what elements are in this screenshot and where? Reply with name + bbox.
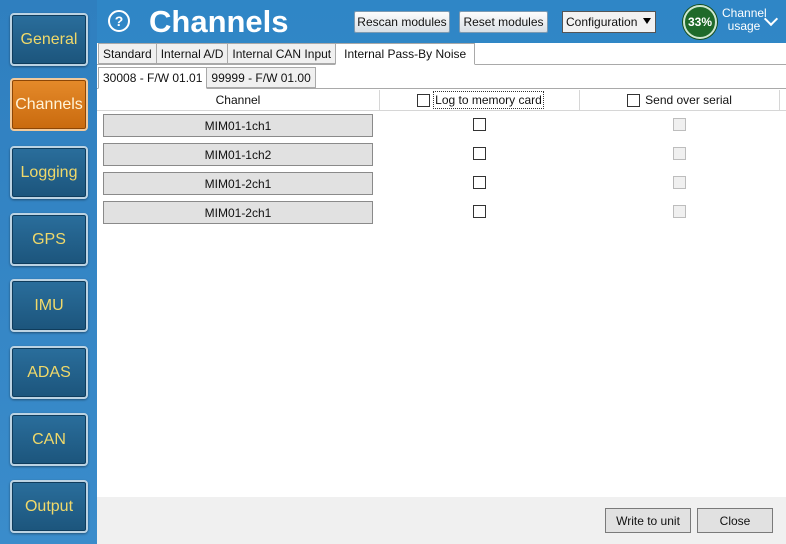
serial-all-checkbox[interactable] (627, 93, 641, 107)
log-header-label: Log to memory card (433, 91, 544, 109)
log-checkbox[interactable] (473, 147, 486, 160)
log-checkbox[interactable] (473, 205, 486, 218)
table-row: MIM01-1ch2 (97, 141, 786, 170)
grid-header: Channel Log to memory card Send over ser… (97, 90, 786, 111)
log-checkbox[interactable] (473, 176, 486, 189)
channel-button[interactable]: MIM01-2ch1 (103, 172, 373, 195)
table-row: MIM01-1ch1 (97, 112, 786, 141)
help-icon[interactable]: ? (108, 10, 130, 32)
configuration-dropdown[interactable]: Configuration (562, 11, 656, 33)
nav-general-button[interactable]: General (10, 13, 88, 66)
column-header-channel: Channel (97, 90, 380, 110)
nav-label: CAN (32, 430, 66, 448)
page-title: Channels (149, 4, 289, 39)
close-button[interactable]: Close (697, 508, 773, 533)
nav-label: Channels (15, 95, 83, 113)
dropdown-arrow-icon (643, 18, 651, 24)
module-tabs: 30008 - F/W 01.01 99999 - F/W 01.00 (98, 67, 316, 89)
reset-modules-button[interactable]: Reset modules (459, 11, 548, 33)
table-row: MIM01-2ch1 (97, 199, 786, 228)
write-to-unit-button[interactable]: Write to unit (605, 508, 691, 533)
footer-bar: Write to unit Close (97, 497, 786, 544)
column-header-log: Log to memory card (380, 90, 580, 110)
column-header-serial: Send over serial (580, 90, 780, 110)
configuration-value: Configuration (566, 15, 638, 29)
log-all-checkbox[interactable] (417, 93, 431, 107)
tab-internal-ad[interactable]: Internal A/D (155, 43, 229, 64)
tab-module-30008[interactable]: 30008 - F/W 01.01 (98, 67, 208, 89)
channel-usage-toggle[interactable]: Channel usage (722, 7, 767, 33)
nav-label: Output (24, 497, 74, 515)
nav-adas-button[interactable]: ADAS (10, 346, 88, 399)
channel-button[interactable]: MIM01-1ch1 (103, 114, 373, 137)
rescan-modules-button[interactable]: Rescan modules (354, 11, 450, 33)
nav-label: GPS (32, 230, 66, 248)
channel-usage-gauge: 33% (683, 5, 717, 39)
channel-button[interactable]: MIM01-2ch1 (103, 201, 373, 224)
help-symbol: ? (114, 13, 124, 29)
serial-checkbox (673, 118, 686, 131)
tab-internal-can-input[interactable]: Internal CAN Input (227, 43, 337, 64)
nav-gps-button[interactable]: GPS (10, 213, 88, 266)
serial-header-label: Send over serial (645, 93, 732, 107)
serial-checkbox (673, 147, 686, 160)
nav-imu-button[interactable]: IMU (10, 279, 88, 332)
main-tabs: Standard Internal A/D Internal CAN Input… (98, 43, 476, 65)
usage-percent: 33% (687, 15, 713, 29)
tab-internal-pass-by-noise[interactable]: Internal Pass-By Noise (335, 43, 476, 65)
tab-module-99999[interactable]: 99999 - F/W 01.00 (206, 67, 316, 88)
nav-output-button[interactable]: Output (10, 480, 88, 533)
channel-button[interactable]: MIM01-1ch2 (103, 143, 373, 166)
nav-label: ADAS (27, 363, 71, 381)
channels-panel: Standard Internal A/D Internal CAN Input… (97, 43, 786, 544)
usage-label-line2: usage (727, 19, 761, 33)
table-row: MIM01-2ch1 (97, 170, 786, 199)
nav-logging-button[interactable]: Logging (10, 146, 88, 199)
nav-can-button[interactable]: CAN (10, 413, 88, 466)
log-checkbox[interactable] (473, 118, 486, 131)
serial-checkbox (673, 205, 686, 218)
app-window: General Channels Logging GPS IMU ADAS CA… (0, 0, 786, 544)
nav-label: Logging (20, 163, 78, 181)
nav-label: IMU (34, 296, 64, 314)
nav-channels-button[interactable]: Channels (10, 78, 88, 131)
tab-standard[interactable]: Standard (98, 43, 157, 64)
sidebar: General Channels Logging GPS IMU ADAS CA… (0, 0, 97, 544)
serial-checkbox (673, 176, 686, 189)
nav-label: General (20, 30, 78, 48)
